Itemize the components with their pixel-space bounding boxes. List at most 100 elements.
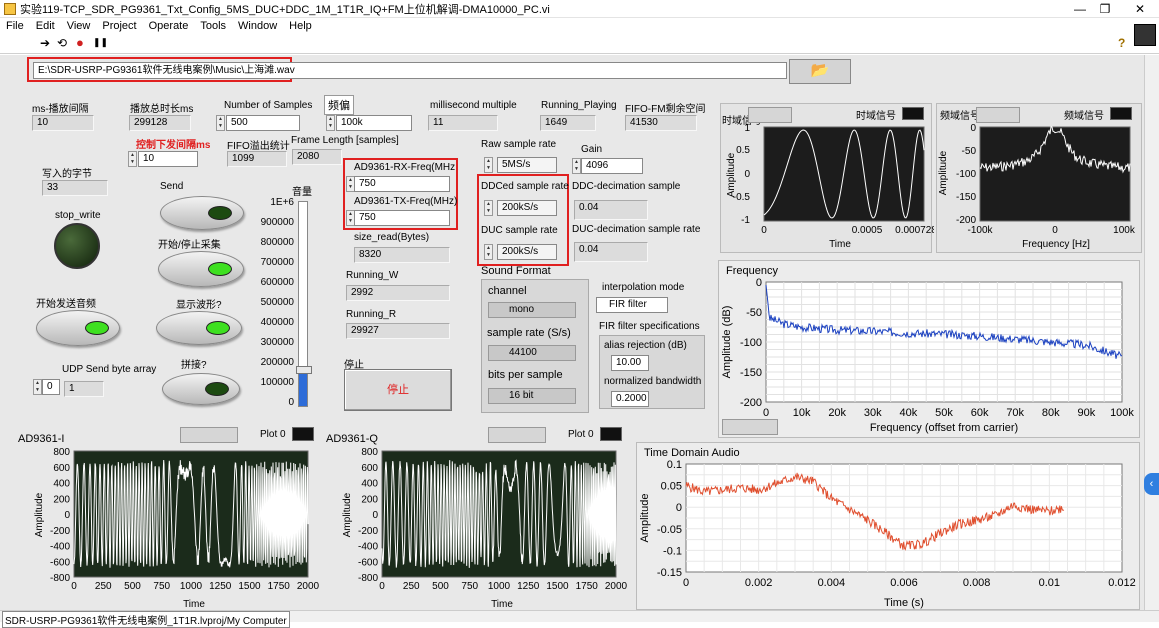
browse-folder-button[interactable]: 📂 <box>789 59 851 84</box>
channel-select[interactable]: mono <box>488 302 576 318</box>
pause-icon[interactable]: ❚❚ <box>93 37 108 48</box>
running-playing-label: Running_Playing <box>541 100 617 111</box>
running-playing-indicator: 1649 <box>540 115 596 131</box>
menu-project[interactable]: Project <box>96 20 142 32</box>
x-tick: 1500 <box>238 581 261 592</box>
fifo-overflow-label: FIFO溢出统计 <box>227 141 290 152</box>
bw-label: normalized bandwidth <box>604 376 702 387</box>
menu-operate[interactable]: Operate <box>143 20 195 32</box>
show-wave-button[interactable] <box>156 311 242 345</box>
run-continuously-icon[interactable]: ⟲ <box>57 36 67 50</box>
interp-select[interactable]: FIR filter <box>596 297 668 313</box>
frequency-palette[interactable] <box>722 419 778 435</box>
freq-offset-input[interactable]: 100k <box>336 115 412 131</box>
send-button[interactable] <box>160 196 244 230</box>
gain-spinner[interactable]: ▲ ▼ <box>572 158 581 174</box>
freq-offset-spinner[interactable]: ▲ ▼ <box>326 115 335 131</box>
duc-rate-spinner[interactable]: ▲ ▼ <box>484 244 493 260</box>
volume-tick: 100000 <box>260 377 294 388</box>
run-icon[interactable]: ➔ <box>40 36 50 50</box>
splice-button[interactable] <box>162 373 240 405</box>
y-tick: -0.05 <box>657 524 682 536</box>
sample-rate-input[interactable]: 44100 <box>488 345 576 361</box>
y-tick: 0 <box>372 510 378 521</box>
y-tick: 600 <box>361 463 378 474</box>
bytes-written-label: 写入的字节 <box>42 169 92 180</box>
vertical-scrollbar[interactable] <box>1144 55 1159 610</box>
udp-index-spinner[interactable]: ▲ ▼ <box>33 379 42 395</box>
alias-input[interactable]: 10.00 <box>611 355 649 371</box>
bits-select[interactable]: 16 bit <box>488 388 576 404</box>
volume-tick: 0 <box>288 397 294 408</box>
x-tick: 10k <box>793 407 811 419</box>
sound-format-label: Sound Format <box>481 265 551 277</box>
x-axis-label: Frequency [Hz] <box>1022 239 1090 250</box>
iq-i-legend-icon <box>292 427 314 441</box>
y-tick: -0.15 <box>657 567 682 579</box>
menu-tools[interactable]: Tools <box>194 20 232 32</box>
x-tick: 0.012 <box>1108 577 1136 589</box>
volume-tick: 1E+6 <box>270 197 294 208</box>
x-tick: 40k <box>900 407 918 419</box>
close-icon[interactable]: ✕ <box>1125 0 1155 18</box>
ctrl-interval-spinner[interactable]: ▲ ▼ <box>128 151 137 167</box>
x-tick: 0 <box>763 407 769 419</box>
menu-window[interactable]: Window <box>232 20 283 32</box>
start-audio-label: 开始发送音频 <box>36 299 96 310</box>
ddced-rate-label: DDCed sample rate <box>481 181 569 192</box>
start-stop-button[interactable] <box>158 251 244 287</box>
menu-view[interactable]: View <box>61 20 97 32</box>
maximize-icon[interactable]: ❐ <box>1090 0 1120 18</box>
help-icon[interactable]: ? <box>1118 36 1125 50</box>
file-path-input[interactable]: E:\SDR-USRP-PG9361软件无线电案例\Music\上海滩.wav <box>33 62 787 79</box>
volume-tick: 800000 <box>260 237 294 248</box>
frame-length-indicator: 2080 <box>292 149 342 165</box>
y-tick: -200 <box>50 526 70 537</box>
gain-input[interactable]: 4096 <box>581 158 643 174</box>
iq-i-legend: Plot 0 <box>260 429 286 440</box>
x-tick: 1500 <box>546 581 569 592</box>
x-tick: 1250 <box>209 581 232 592</box>
y-tick: 0.1 <box>667 459 682 471</box>
ms-interval-indicator: 10 <box>32 115 94 131</box>
duc-rate-input[interactable]: 200kS/s <box>497 244 557 260</box>
bw-input[interactable]: 0.2000 <box>611 391 649 407</box>
num-samples-spinner[interactable]: ▲ ▼ <box>216 115 225 131</box>
app-icon <box>4 3 16 15</box>
menu-file[interactable]: File <box>0 20 30 32</box>
ddced-rate-input[interactable]: 200kS/s <box>497 200 557 216</box>
iq-i-palette[interactable] <box>180 427 238 443</box>
tx-freq-input[interactable]: 750 <box>354 210 450 226</box>
rx-freq-input[interactable]: 750 <box>354 176 450 192</box>
time-small-legend-icon <box>902 107 924 120</box>
abort-icon[interactable]: ● <box>76 35 84 50</box>
y-tick: -0.1 <box>663 545 682 557</box>
x-tick: 100k <box>1110 407 1134 419</box>
menu-help[interactable]: Help <box>283 20 318 32</box>
y-tick: 800 <box>361 447 378 458</box>
udp-send-value: 1 <box>64 381 104 397</box>
menu-edit[interactable]: Edit <box>30 20 61 32</box>
udp-index-input[interactable]: 0 <box>42 379 60 395</box>
volume-slider-thumb[interactable] <box>296 365 312 374</box>
stop-button[interactable]: 停止 <box>344 369 452 411</box>
ddc-dec-indicator: 0.04 <box>574 200 648 220</box>
y-tick: -50 <box>962 146 977 157</box>
freq-small-palette[interactable] <box>976 107 1020 123</box>
volume-slider-track[interactable] <box>298 201 308 407</box>
iq-q-legend: Plot 0 <box>568 429 594 440</box>
chart-title: Time Domain Audio <box>644 447 740 459</box>
y-axis-label: Amplitude <box>342 492 353 537</box>
iq-q-palette[interactable] <box>488 427 546 443</box>
start-audio-button[interactable] <box>36 310 120 346</box>
raw-rate-input[interactable]: 5MS/s <box>497 157 557 173</box>
y-tick: 400 <box>53 479 70 490</box>
iq-q-plot: 8006004002000-200-400-600-8000 250 500 750 1… <box>342 447 628 610</box>
ctrl-interval-input[interactable]: 10 <box>138 151 198 167</box>
time-small-palette[interactable] <box>748 107 792 123</box>
tx-freq-label: AD9361-TX-Freq(MHz) <box>354 196 458 207</box>
side-expand-icon[interactable]: ‹ <box>1144 473 1159 495</box>
ddced-rate-spinner[interactable]: ▲ ▼ <box>484 200 493 216</box>
num-samples-input[interactable]: 500 <box>226 115 300 131</box>
raw-rate-spinner[interactable]: ▲ ▼ <box>484 157 493 173</box>
